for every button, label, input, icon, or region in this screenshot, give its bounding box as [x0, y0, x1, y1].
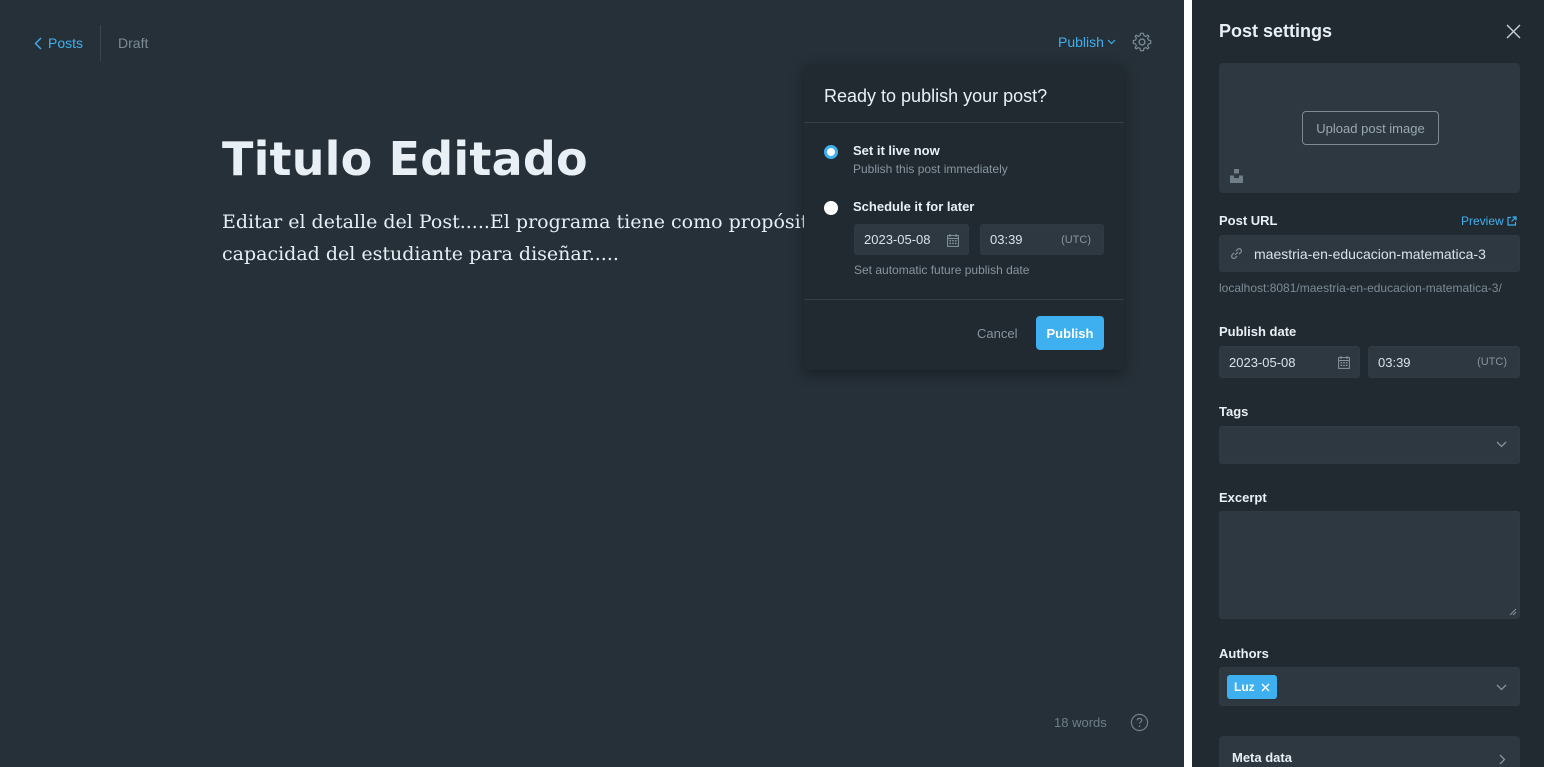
- excerpt-textarea[interactable]: [1219, 511, 1520, 619]
- back-link-label: Posts: [48, 35, 84, 51]
- schedule-time-input[interactable]: 03:39 (UTC): [980, 224, 1104, 255]
- author-token[interactable]: Luz: [1227, 675, 1277, 699]
- author-name: Luz: [1234, 680, 1255, 694]
- word-count: 18 words: [1054, 715, 1107, 730]
- back-to-posts-link[interactable]: Posts: [34, 35, 83, 51]
- publish-button[interactable]: Publish: [1036, 316, 1104, 350]
- chevron-left-icon: [34, 37, 42, 49]
- option-now-label: Set it live now: [853, 143, 940, 158]
- topbar-divider: [100, 25, 102, 61]
- upload-post-image-button[interactable]: Upload post image: [1302, 111, 1439, 145]
- chevron-down-icon: [1107, 39, 1116, 45]
- publish-time-input[interactable]: 03:39 (UTC): [1368, 346, 1520, 378]
- post-url-full: localhost:8081/maestria-en-educacion-mat…: [1219, 281, 1502, 295]
- schedule-date-value: 2023-05-08: [864, 232, 931, 247]
- schedule-time-value: 03:39: [990, 232, 1023, 247]
- post-body[interactable]: Editar el detalle del Post.....El progra…: [222, 206, 822, 270]
- post-body-line: capacidad del estudiante para diseñar...…: [222, 243, 619, 265]
- preview-link[interactable]: Preview: [1461, 214, 1517, 228]
- radio-schedule-later[interactable]: [824, 201, 838, 215]
- publish-date-input[interactable]: 2023-05-08: [1219, 346, 1360, 378]
- resize-handle-icon[interactable]: [1509, 608, 1517, 616]
- meta-data-label: Meta data: [1232, 750, 1292, 765]
- meta-data-section[interactable]: Meta data: [1219, 736, 1520, 767]
- publish-timezone: (UTC): [1477, 356, 1507, 368]
- authors-select[interactable]: Luz: [1219, 667, 1520, 706]
- cancel-button[interactable]: Cancel: [977, 326, 1017, 341]
- close-icon[interactable]: [1506, 24, 1521, 39]
- schedule-note: Set automatic future publish date: [854, 263, 1030, 277]
- tags-label: Tags: [1219, 404, 1249, 419]
- settings-title: Post settings: [1219, 21, 1333, 41]
- gear-icon[interactable]: [1131, 31, 1153, 53]
- post-body-line: Editar el detalle del Post.....El progra…: [222, 211, 822, 233]
- question-circle-icon[interactable]: [1130, 713, 1149, 732]
- post-status: Draft: [118, 35, 149, 51]
- popover-title: Ready to publish your post?: [804, 64, 1124, 123]
- publish-popover: Ready to publish your post? Set it live …: [804, 64, 1124, 370]
- excerpt-label: Excerpt: [1219, 490, 1267, 505]
- panel-divider: [1184, 0, 1192, 767]
- chevron-right-icon: [1499, 754, 1506, 765]
- post-url-slug: maestria-en-educacion-matematica-3: [1254, 245, 1486, 262]
- external-link-icon: [1507, 216, 1517, 226]
- editor-topbar: Posts Draft: [34, 25, 149, 61]
- option-publish-now[interactable]: Set it live now Publish this post immedi…: [824, 143, 1008, 176]
- publish-menu-trigger[interactable]: Publish: [1058, 34, 1116, 50]
- chevron-down-icon: [1496, 441, 1507, 448]
- publish-time-value: 03:39: [1378, 354, 1411, 370]
- editor-area: Posts Draft Publish Titulo Editado Edita…: [0, 0, 1184, 767]
- post-url-input[interactable]: maestria-en-educacion-matematica-3: [1219, 235, 1520, 272]
- calendar-icon[interactable]: [1338, 356, 1350, 369]
- unsplash-icon[interactable]: [1230, 169, 1243, 183]
- remove-author-icon[interactable]: [1261, 683, 1270, 692]
- calendar-icon[interactable]: [947, 234, 959, 247]
- option-now-description: Publish this post immediately: [853, 162, 1008, 176]
- option-schedule-later[interactable]: Schedule it for later: [824, 199, 974, 215]
- tags-select[interactable]: [1219, 426, 1520, 464]
- post-title[interactable]: Titulo Editado: [222, 132, 588, 186]
- preview-label: Preview: [1461, 214, 1504, 228]
- post-url-label: Post URL: [1219, 213, 1278, 228]
- schedule-timezone: (UTC): [1061, 233, 1091, 246]
- radio-publish-now[interactable]: [824, 145, 838, 159]
- post-image-dropzone[interactable]: Upload post image: [1219, 63, 1520, 193]
- publish-date-value: 2023-05-08: [1229, 354, 1296, 370]
- chevron-down-icon: [1496, 684, 1507, 691]
- post-settings-panel: Post settings Upload post image Post URL…: [1192, 0, 1544, 767]
- publish-date-label: Publish date: [1219, 324, 1297, 339]
- authors-label: Authors: [1219, 646, 1269, 661]
- option-later-label: Schedule it for later: [853, 199, 975, 214]
- schedule-inputs: 2023-05-08 03:39 (UTC): [854, 224, 1104, 255]
- publish-menu-label: Publish: [1058, 34, 1104, 50]
- schedule-date-input[interactable]: 2023-05-08: [854, 224, 969, 255]
- link-icon: [1230, 247, 1243, 260]
